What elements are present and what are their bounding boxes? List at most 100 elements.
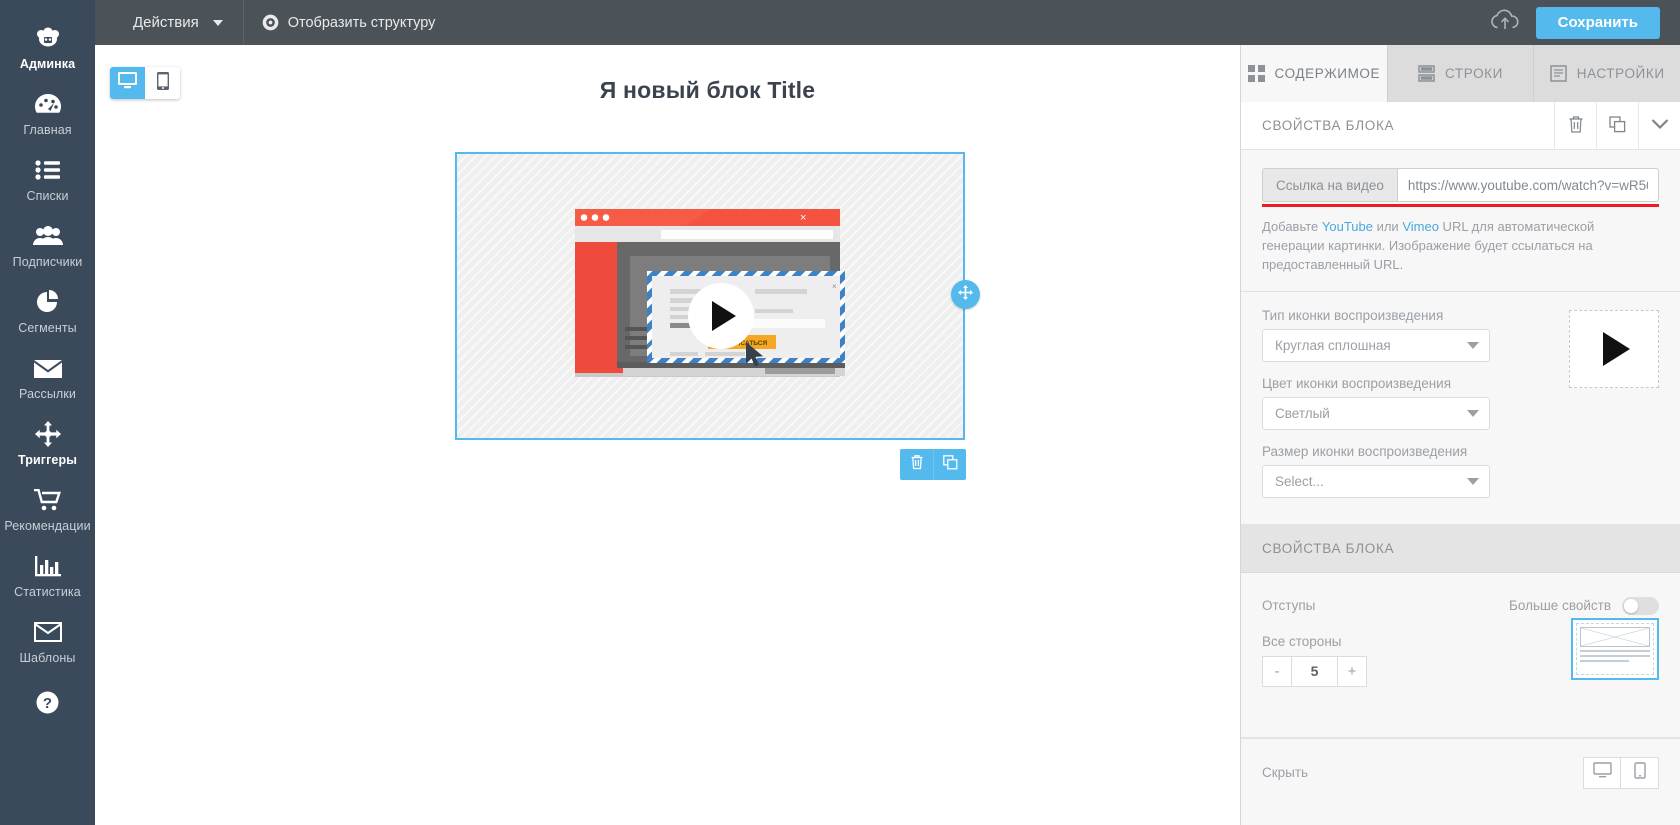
panel-tabs: СОДЕРЖИМОЕ СТРОКИ НАСТРОЙКИ (1241, 45, 1680, 102)
padding-preview-inner (1576, 622, 1654, 675)
video-url-section: Ссылка на видео Добавьте YouTube или Vim… (1241, 150, 1680, 292)
device-toggle-group (110, 67, 180, 99)
mobile-icon (1633, 761, 1646, 784)
video-url-hint: Добавьте YouTube или Vimeo URL для автом… (1262, 218, 1659, 275)
envelope-icon (33, 353, 63, 383)
grid-icon (1247, 65, 1265, 82)
trash-icon (1568, 115, 1584, 136)
sidebar-item-statistics[interactable]: Статистика (0, 542, 95, 608)
svg-text:×: × (800, 212, 806, 224)
play-icon-size-select[interactable]: Select... (1262, 464, 1490, 498)
sidebar-item-label: Сегменты (18, 321, 77, 335)
rows-icon (1418, 65, 1435, 82)
collapse-section-button[interactable] (1638, 102, 1680, 150)
panel-body: СВОЙСТВА БЛОКА Ссылка на видео https://w… (1241, 102, 1680, 825)
tab-label: СОДЕРЖИМОЕ (1274, 66, 1381, 81)
sidebar-item-label: Триггеры (18, 453, 77, 467)
padding-label: Отступы (1262, 598, 1316, 614)
tab-label: СТРОКИ (1445, 66, 1503, 81)
padding-decrement-button[interactable]: - (1262, 655, 1292, 687)
chevron-down-icon (1467, 409, 1479, 417)
padding-preview-line (1580, 649, 1650, 652)
svg-text:×: × (832, 282, 837, 291)
sidebar-item-label: Админка (19, 57, 76, 71)
move-icon (958, 284, 973, 305)
sidebar-item-admin[interactable]: Админка (0, 14, 95, 80)
list-icon (34, 155, 61, 185)
bar-chart-icon (34, 551, 61, 581)
show-structure-button[interactable]: Отобразить структуру (244, 0, 454, 45)
video-url-input[interactable] (1396, 168, 1659, 202)
desktop-icon (1592, 762, 1612, 783)
drag-handle[interactable] (951, 280, 980, 309)
actions-dropdown[interactable]: Действия (95, 0, 244, 45)
play-icon-type-select[interactable]: Круглая сплошная (1262, 328, 1490, 362)
padding-value[interactable]: 5 (1292, 655, 1337, 687)
padding-increment-button[interactable]: + (1337, 655, 1367, 687)
spacing-properties-header: СВОЙСТВА БЛОКА (1241, 524, 1680, 573)
sidebar-item-label: Главная (23, 123, 72, 137)
hint-prefix: Добавьте (1262, 219, 1322, 234)
sidebar-item-triggers[interactable]: Триггеры (0, 410, 95, 476)
delete-block-button[interactable] (900, 449, 933, 480)
trash-icon (910, 454, 924, 475)
show-structure-label: Отобразить структуру (287, 14, 436, 31)
page-title: Я новый блок Title (599, 77, 816, 103)
play-icon-color-select[interactable]: Светлый (1262, 396, 1490, 430)
toggle-knob (1624, 598, 1638, 613)
sidebar-item-segments[interactable]: Сегменты (0, 278, 95, 344)
play-icon-size-label: Размер иконки воспроизведения (1262, 443, 1468, 459)
save-button[interactable]: Сохранить (1535, 6, 1660, 39)
main-sidebar: Админка Главная Списки Подписчики Сегмен… (0, 0, 95, 825)
sidebar-item-lists[interactable]: Списки (0, 146, 95, 212)
delete-section-button[interactable] (1554, 102, 1596, 150)
triggers-icon (34, 419, 61, 449)
sidebar-item-help[interactable]: ? (0, 678, 95, 726)
youtube-link[interactable]: YouTube (1322, 219, 1373, 234)
chevron-down-icon (1467, 341, 1479, 349)
hide-desktop-button[interactable] (1583, 756, 1621, 789)
hide-mobile-button[interactable] (1621, 756, 1659, 789)
device-mobile-button[interactable] (145, 67, 180, 99)
sidebar-item-templates[interactable]: Шаблоны (0, 608, 95, 674)
sidebar-item-dashboard[interactable]: Главная (0, 80, 95, 146)
email-canvas: Я новый блок Title × × ПОДПИСАТЬСЯ (95, 45, 1240, 825)
play-icon-size-field: Размер иконки воспроизведения Select... (1262, 444, 1659, 498)
video-block-selected[interactable]: × × ПОДПИСАТЬСЯ (455, 152, 965, 440)
svg-text:?: ? (43, 695, 52, 712)
tab-content[interactable]: СОДЕРЖИМОЕ (1241, 45, 1388, 102)
tab-settings[interactable]: НАСТРОЙКИ (1534, 45, 1680, 102)
duplicate-block-button[interactable] (933, 449, 966, 480)
device-desktop-button[interactable] (110, 67, 145, 99)
vimeo-link[interactable]: Vimeo (1402, 219, 1439, 234)
eye-icon (262, 14, 279, 31)
hide-label: Скрыть (1262, 765, 1309, 781)
pie-chart-icon (36, 287, 60, 317)
copy-icon (942, 454, 958, 475)
chevron-down-icon (1467, 477, 1479, 485)
padding-section: Отступы Больше свойств Все стороны - 5 + (1241, 572, 1680, 738)
video-thumbnail-image[interactable]: × × ПОДПИСАТЬСЯ (575, 209, 845, 387)
block-toolbar (900, 449, 966, 480)
email-title-block: Я новый блок Title (370, 77, 1045, 104)
section-title: СВОЙСТВА БЛОКА (1262, 540, 1395, 556)
cloud-upload-button[interactable] (1474, 9, 1536, 36)
sidebar-item-label: Списки (26, 189, 69, 203)
padding-preview (1571, 617, 1659, 680)
editor-toolbar: Действия Отобразить структуру Сохранить (95, 0, 1680, 45)
sidebar-item-subscribers[interactable]: Подписчики (0, 212, 95, 278)
sidebar-item-label: Рекомендации (4, 519, 91, 533)
main-area: Действия Отобразить структуру Сохранить (95, 0, 1680, 825)
section-title: СВОЙСТВА БЛОКА (1262, 118, 1395, 133)
sidebar-item-campaigns[interactable]: Рассылки (0, 344, 95, 410)
dashboard-icon (34, 89, 62, 119)
video-url-label: Ссылка на видео (1262, 168, 1397, 202)
sidebar-item-recommendations[interactable]: Рекомендации (0, 476, 95, 542)
padding-header-row: Отступы Больше свойств (1262, 596, 1659, 615)
settings-icon (1549, 65, 1567, 82)
more-props-toggle[interactable] (1622, 596, 1659, 615)
cloud-upload-icon (1490, 9, 1520, 36)
app-root: Админка Главная Списки Подписчики Сегмен… (0, 0, 1680, 825)
tab-rows[interactable]: СТРОКИ (1387, 45, 1535, 102)
duplicate-section-button[interactable] (1596, 102, 1638, 150)
